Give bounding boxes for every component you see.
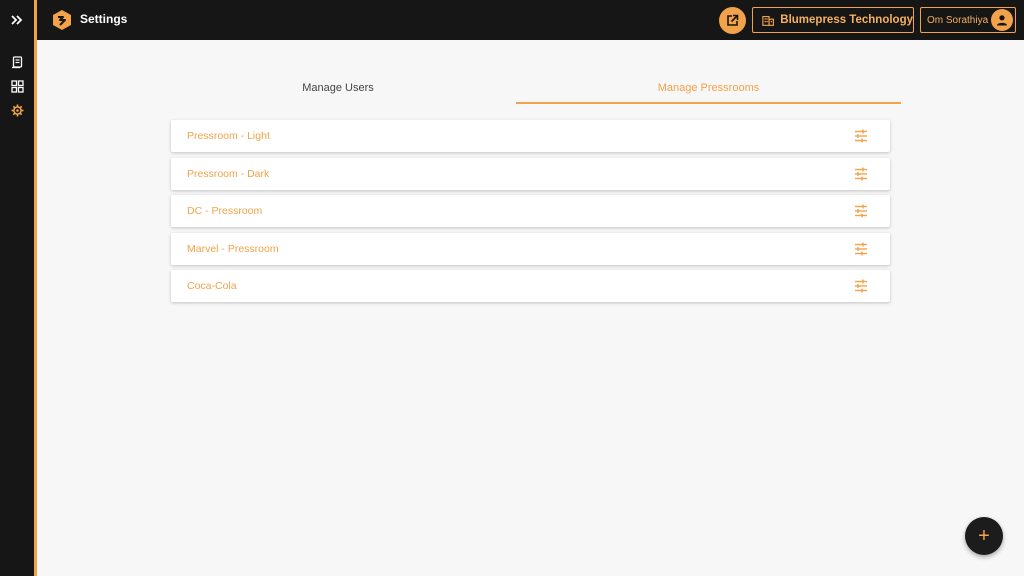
- organization-name: Blumepress Technology: [780, 14, 913, 26]
- page-title: Settings: [80, 12, 128, 26]
- open-external-icon: [727, 14, 739, 26]
- pressroom-name: Coca-Cola: [187, 280, 237, 292]
- tune-settings-icon[interactable]: [854, 129, 868, 143]
- plus-icon: +: [978, 524, 990, 547]
- user-name: Om Sorathiya: [927, 14, 989, 26]
- organization-selector[interactable]: Blumepress Technology: [752, 7, 914, 33]
- expand-sidebar-button[interactable]: [7, 10, 27, 30]
- pressroom-name: DC - Pressroom: [187, 205, 263, 217]
- tune-settings-icon[interactable]: [854, 167, 868, 181]
- avatar: [991, 9, 1013, 31]
- tab-manage-pressrooms[interactable]: Manage Pressrooms: [516, 78, 901, 104]
- sidebar-item-dashboard[interactable]: [7, 76, 27, 96]
- document-icon: [11, 55, 22, 68]
- list-item[interactable]: Marvel - Pressroom: [171, 232, 890, 265]
- app-logo[interactable]: [51, 9, 73, 31]
- open-external-button[interactable]: [719, 7, 746, 34]
- tab-manage-users[interactable]: Manage Users: [178, 78, 498, 104]
- sidebar-item-documents[interactable]: [7, 52, 27, 72]
- double-chevron-right-icon: [11, 15, 23, 25]
- sidebar: [0, 0, 34, 576]
- list-item[interactable]: DC - Pressroom: [171, 195, 890, 227]
- tune-settings-icon[interactable]: [854, 242, 868, 256]
- sidebar-accent-border: [34, 0, 37, 576]
- pressroom-list: Pressroom - Light Pressroom - Dark DC - …: [171, 120, 890, 308]
- pressroom-name: Pressroom - Dark: [187, 167, 270, 180]
- top-bar: Settings Blumepress Technology Om Sorath…: [37, 0, 1024, 40]
- dashboard-icon: [10, 79, 24, 93]
- list-item[interactable]: Pressroom - Dark: [171, 157, 890, 190]
- sidebar-item-settings[interactable]: [7, 100, 27, 120]
- tune-settings-icon[interactable]: [854, 204, 868, 218]
- gear-icon: [11, 104, 23, 116]
- building-icon: [762, 15, 774, 26]
- tab-label: Manage Pressrooms: [657, 82, 760, 94]
- add-pressroom-button[interactable]: +: [965, 517, 1003, 555]
- list-item[interactable]: Coca-Cola: [171, 270, 890, 302]
- tune-settings-icon[interactable]: [854, 279, 868, 293]
- user-icon: [997, 15, 1007, 26]
- list-item[interactable]: Pressroom - Light: [171, 120, 890, 152]
- pressroom-name: Marvel - Pressroom: [187, 242, 279, 255]
- user-menu-button[interactable]: Om Sorathiya: [920, 7, 1016, 33]
- tab-label: Manage Users: [302, 82, 374, 94]
- pressroom-name: Pressroom - Light: [187, 130, 270, 142]
